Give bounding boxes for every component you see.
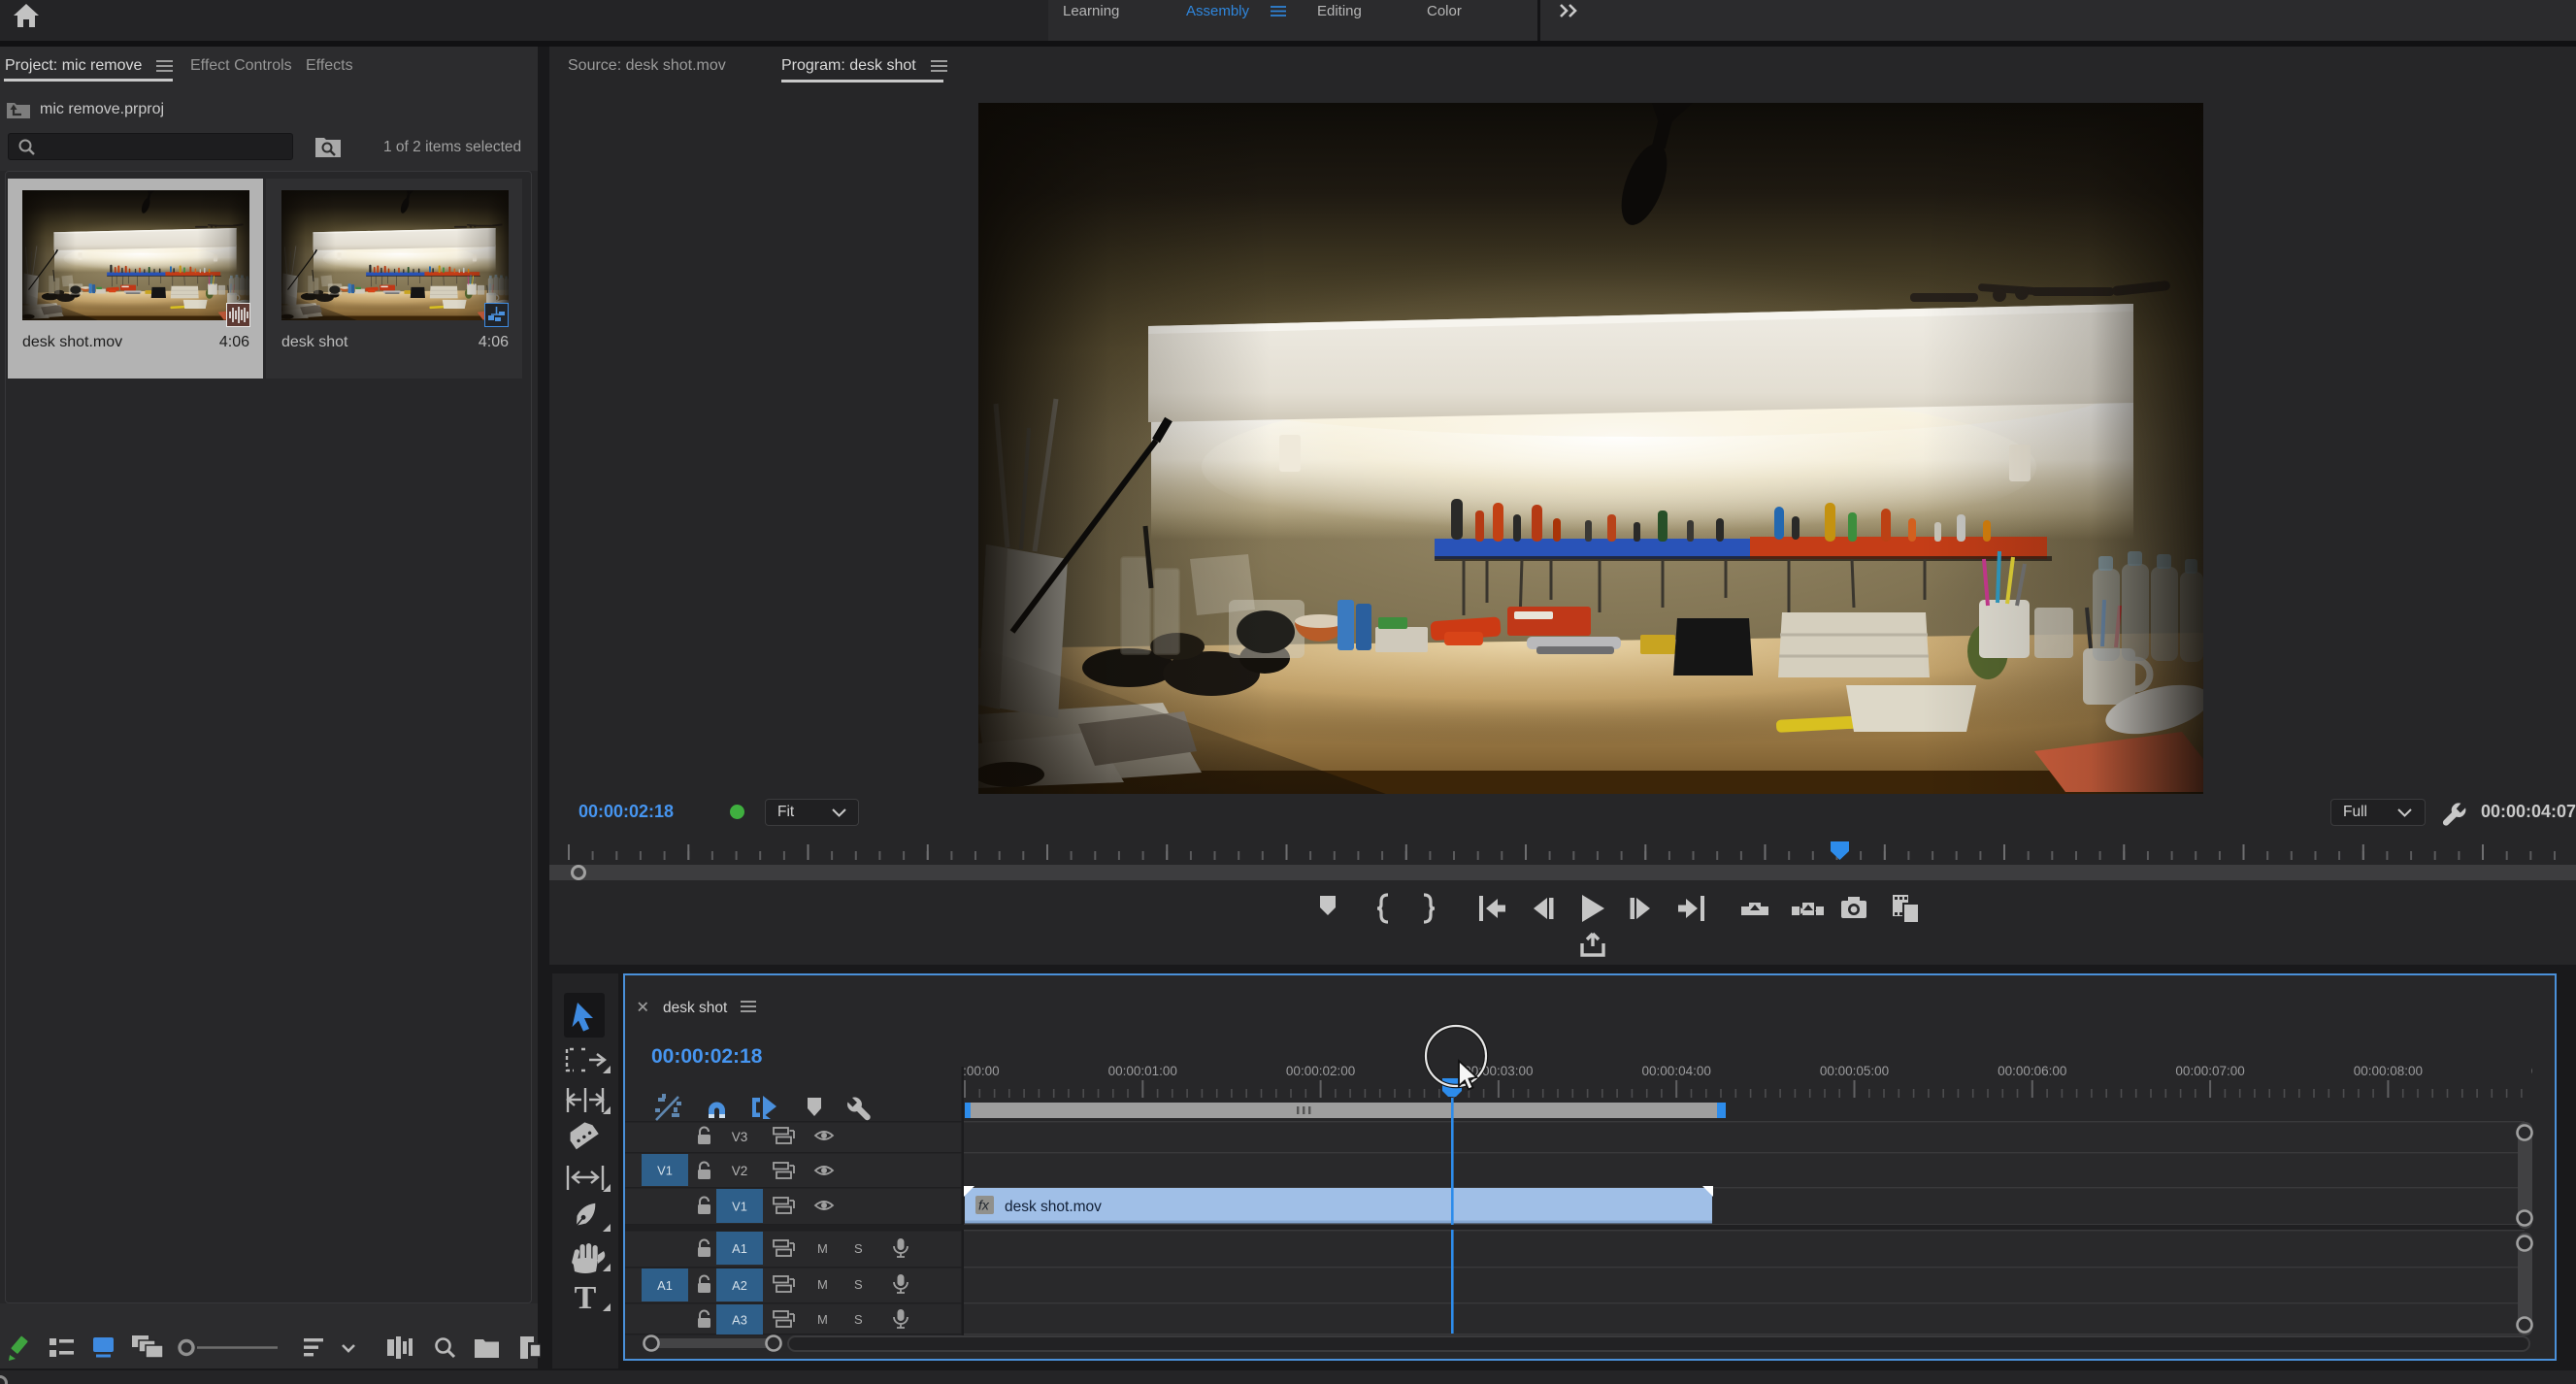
svg-text:M: M: [817, 1312, 828, 1327]
svg-text:fx: fx: [978, 1198, 990, 1213]
svg-text:A1: A1: [732, 1241, 747, 1256]
svg-text:00:00:08:00: 00:00:08:00: [2354, 1064, 2423, 1078]
svg-text:M: M: [817, 1277, 828, 1292]
svg-text:00:00:02:18: 00:00:02:18: [651, 1045, 763, 1068]
svg-text:00:00:04:00: 00:00:04:00: [1642, 1064, 1711, 1078]
svg-text:desk shot: desk shot: [663, 1000, 728, 1016]
svg-text:V2: V2: [732, 1164, 748, 1178]
svg-text:M: M: [817, 1241, 828, 1256]
svg-text:V1: V1: [732, 1200, 747, 1214]
svg-text:00:00:01:00: 00:00:01:00: [1108, 1064, 1177, 1078]
svg-text:V1: V1: [657, 1164, 673, 1178]
svg-text:S: S: [854, 1312, 863, 1327]
svg-text:A3: A3: [732, 1313, 747, 1328]
svg-text:00:00:09:00: 00:00:09:00: [2531, 1064, 2557, 1078]
svg-text:00:00:02:00: 00:00:02:00: [1286, 1064, 1355, 1078]
svg-text:T: T: [575, 1280, 597, 1316]
svg-text:00:00:05:00: 00:00:05:00: [1820, 1064, 1889, 1078]
svg-text:desk shot.mov: desk shot.mov: [1005, 1199, 1102, 1215]
svg-text:S: S: [854, 1277, 863, 1292]
svg-text:00:00:00:00: 00:00:00:00: [930, 1064, 999, 1078]
svg-text:00:00:07:00: 00:00:07:00: [2175, 1064, 2244, 1078]
svg-text:00:00:06:00: 00:00:06:00: [1998, 1064, 2066, 1078]
svg-text:A2: A2: [732, 1278, 747, 1293]
svg-text:A1: A1: [657, 1278, 673, 1293]
svg-text:S: S: [854, 1241, 863, 1256]
svg-text:V3: V3: [732, 1130, 748, 1144]
